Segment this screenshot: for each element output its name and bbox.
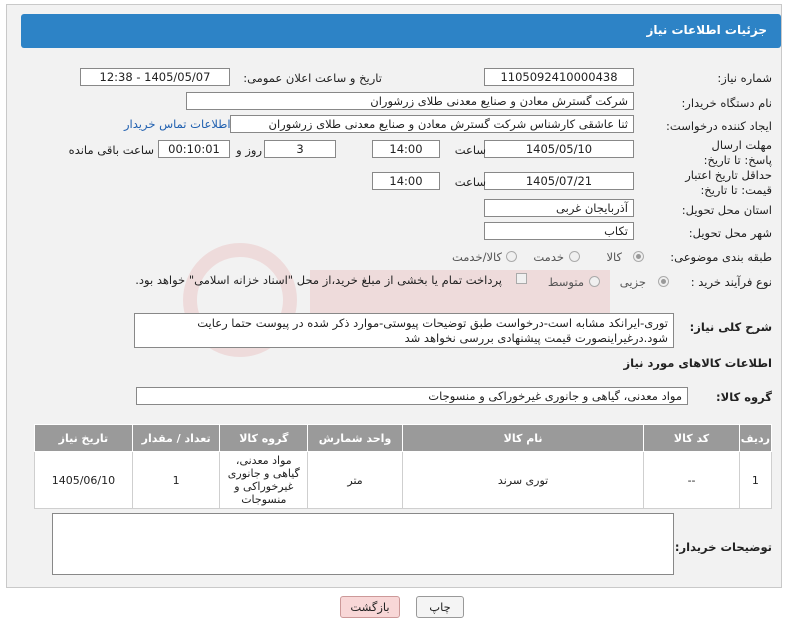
- remaining-time-label: ساعت باقی مانده: [68, 143, 154, 157]
- treasury-payment-checkbox[interactable]: [516, 273, 527, 284]
- category-option-service: خدمت: [533, 250, 564, 264]
- col-code: کد کالا: [643, 424, 740, 452]
- col-quantity: تعداد / مقدار: [131, 424, 221, 452]
- process-option-minor: جزیی: [619, 275, 646, 289]
- back-button[interactable]: بازگشت: [340, 596, 400, 618]
- cell-code: --: [643, 451, 740, 509]
- creator-field: ثنا عاشقی کارشناس شرکت گسترش معادن و صنا…: [230, 115, 634, 133]
- process-option-medium: متوسط: [547, 275, 584, 289]
- category-label: طبقه بندی موضوعی:: [670, 250, 772, 264]
- process-radio-minor[interactable]: [658, 276, 669, 287]
- remaining-time-field: 00:10:01: [158, 140, 230, 158]
- need-number-field: 1105092410000438: [484, 68, 634, 86]
- validity-time-label: ساعت: [454, 175, 486, 189]
- print-button[interactable]: چاپ: [416, 596, 464, 618]
- panel-title: جزئیات اطلاعات نیاز: [646, 23, 767, 37]
- process-label: نوع فرآیند خرید :: [690, 275, 772, 289]
- description-label: شرح کلی نیاز:: [689, 320, 772, 334]
- table-row: 1 -- توری سرند متر مواد معدنی، گیاهی و ج…: [34, 451, 773, 509]
- goods-section-title: اطلاعات کالاهای مورد نیاز: [623, 356, 772, 370]
- province-field: آذربایجان غربی: [484, 199, 634, 217]
- creator-label: ایجاد کننده درخواست:: [666, 119, 772, 133]
- buyer-org-field: شرکت گسترش معادن و صنایع معدنی طلای زرشو…: [186, 92, 634, 110]
- treasury-payment-note: پرداخت تمام یا بخشی از مبلغ خرید،از محل …: [135, 273, 502, 287]
- cell-unit: متر: [307, 451, 403, 509]
- goods-table: ردیف کد کالا نام کالا واحد شمارش گروه کا…: [34, 424, 773, 509]
- province-label: استان محل تحویل:: [681, 203, 772, 217]
- col-unit: واحد شمارش: [307, 424, 403, 452]
- category-option-goods: کالا: [606, 250, 622, 264]
- buyer-notes-label: توضیحات خریدار:: [674, 540, 772, 554]
- days-field: 3: [264, 140, 336, 158]
- validity-time-field: 14:00: [372, 172, 440, 190]
- col-need-date: تاریخ نیاز: [34, 424, 133, 452]
- validity-date-field: 1405/07/21: [484, 172, 634, 190]
- city-label: شهر محل تحویل:: [688, 226, 772, 240]
- goods-table-header: ردیف کد کالا نام کالا واحد شمارش گروه کا…: [34, 424, 773, 452]
- buyer-org-label: نام دستگاه خریدار:: [681, 96, 772, 110]
- deadline-label: مهلت ارسال پاسخ: تا تاریخ:: [703, 138, 772, 167]
- need-number-label: شماره نیاز:: [717, 71, 772, 85]
- process-radio-medium[interactable]: [589, 276, 600, 287]
- cell-need-date: 1405/06/10: [34, 451, 133, 509]
- panel-header: جزئیات اطلاعات نیاز: [21, 14, 781, 48]
- category-radio-service[interactable]: [569, 251, 580, 262]
- col-name: نام کالا: [401, 424, 645, 452]
- description-textarea[interactable]: توری-ایرانکد مشابه است-درخواست طبق توضیح…: [134, 313, 674, 348]
- buyer-notes-textarea[interactable]: [52, 513, 674, 575]
- col-row: ردیف: [738, 424, 773, 452]
- col-group: گروه کالا: [219, 424, 309, 452]
- city-field: تکاب: [484, 222, 634, 240]
- cell-row: 1: [738, 451, 773, 509]
- buyer-contact-link[interactable]: اطلاعات تماس خریدار: [124, 117, 231, 131]
- category-radio-goods[interactable]: [633, 251, 644, 262]
- cell-group: مواد معدنی، گیاهی و جانوری غیرخوراکی و م…: [219, 451, 309, 509]
- validity-label: حداقل تاریخ اعتبار قیمت: تا تاریخ:: [685, 168, 772, 197]
- announce-label: تاریخ و ساعت اعلان عمومی:: [243, 71, 382, 85]
- cell-name: توری سرند: [401, 451, 645, 509]
- category-option-goods-service: کالا/خدمت: [451, 250, 502, 264]
- goods-group-field: مواد معدنی، گیاهی و جانوری غیرخوراکی و م…: [136, 387, 688, 405]
- deadline-time-field: 14:00: [372, 140, 440, 158]
- category-radio-goods-service[interactable]: [506, 251, 517, 262]
- deadline-time-label: ساعت: [454, 143, 486, 157]
- deadline-date-field: 1405/05/10: [484, 140, 634, 158]
- goods-group-label: گروه کالا:: [716, 390, 772, 404]
- days-label: روز و: [236, 143, 262, 157]
- cell-quantity: 1: [131, 451, 221, 509]
- description-text: توری-ایرانکد مشابه است-درخواست طبق توضیح…: [197, 316, 668, 345]
- announce-field: 1405/05/07 - 12:38: [80, 68, 230, 86]
